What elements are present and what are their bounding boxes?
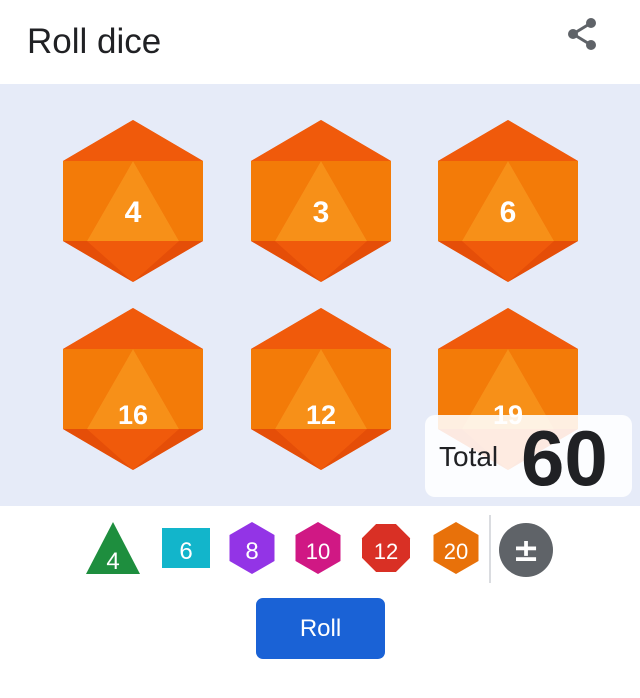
die-1[interactable]: 4 (62, 120, 204, 282)
die-3[interactable]: 6 (437, 120, 579, 282)
roll-button[interactable]: Roll (256, 598, 385, 659)
d12-icon: 12 (362, 524, 410, 572)
total-panel: Total 60 (425, 414, 632, 502)
page-title: Roll dice (27, 22, 162, 61)
die-type-d6-button[interactable]: 6 (158, 520, 214, 580)
die-2[interactable]: 3 (250, 120, 392, 282)
die-type-label: 4 (106, 548, 119, 575)
modifier-button[interactable]: ± (498, 522, 554, 582)
d20-icon (251, 308, 391, 470)
d8-icon: 8 (229, 522, 275, 574)
plus-minus-icon: ± (499, 523, 553, 577)
die-type-d10-button[interactable]: 10 (290, 520, 346, 580)
d20-icon (63, 308, 203, 470)
die-type-label: 8 (245, 538, 258, 565)
d20-icon (438, 120, 578, 282)
d4-icon: 4 (86, 522, 140, 575)
die-type-label: 20 (444, 539, 468, 564)
die-type-label: 10 (306, 539, 330, 564)
header: Roll dice (0, 0, 640, 84)
d20-icon (63, 120, 203, 282)
share-icon (568, 18, 596, 50)
die-type-d4-button[interactable]: 4 (85, 520, 141, 580)
total-label: Total (439, 441, 499, 472)
d6-icon: 6 (162, 528, 210, 568)
die-type-label: 6 (179, 538, 192, 565)
divider (489, 515, 491, 583)
die-type-d12-button[interactable]: 12 (358, 520, 414, 580)
total-value: 60 (521, 414, 608, 502)
share-button[interactable] (562, 15, 602, 55)
modifier-label: ± (513, 531, 540, 569)
d20-icon (251, 120, 391, 282)
die-4[interactable]: 16 (62, 308, 204, 470)
die-type-label: 12 (374, 539, 398, 564)
die-type-d8-button[interactable]: 8 (224, 520, 280, 580)
die-type-d20-button[interactable]: 20 (428, 520, 484, 580)
d20-icon: 20 (433, 522, 479, 574)
die-5[interactable]: 12 (250, 308, 392, 470)
d10-icon: 10 (295, 522, 341, 574)
